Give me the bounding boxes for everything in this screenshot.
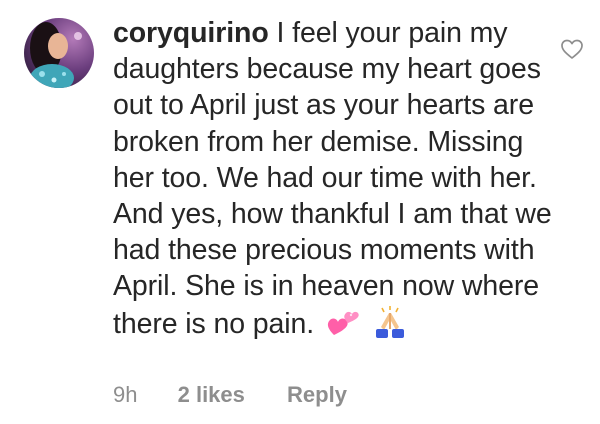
comment-body: coryquirino I feel your pain my daughter… — [113, 15, 553, 348]
comment-timestamp: 9h — [113, 382, 138, 407]
avatar[interactable] — [24, 18, 94, 88]
reply-button[interactable]: Reply — [287, 380, 347, 410]
comment: coryquirino I feel your pain my daughter… — [0, 0, 600, 424]
comment-text: I feel your pain my daughters because my… — [113, 17, 552, 340]
heart-like-icon[interactable] — [560, 37, 584, 61]
comment-username[interactable]: coryquirino — [113, 17, 269, 49]
comment-meta: 9h 2 likes Reply — [113, 380, 347, 410]
two-hearts-icon — [326, 309, 360, 348]
avatar-image — [24, 18, 94, 88]
likes-count-button[interactable]: 2 likes — [178, 380, 245, 410]
folded-hands-icon — [372, 305, 408, 348]
